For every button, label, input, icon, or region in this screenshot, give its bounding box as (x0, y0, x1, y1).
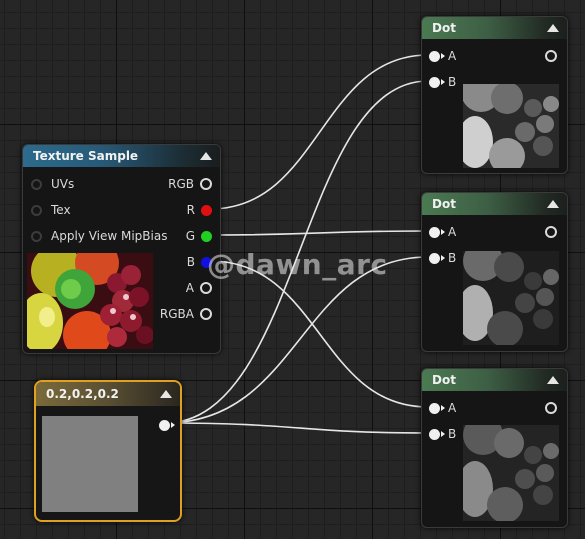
output-pin-rgb[interactable]: RGB (168, 175, 212, 193)
dot-preview-image (463, 84, 559, 168)
dot-input-a[interactable]: A (429, 399, 456, 417)
node-title: Texture Sample (33, 149, 139, 163)
pin-label: RGB (168, 177, 194, 191)
dot-node-3[interactable]: Dot A B (421, 368, 568, 528)
collapse-arrow-icon[interactable] (547, 24, 559, 32)
pin-label: A (448, 225, 457, 239)
empty-pin-icon[interactable] (31, 178, 42, 190)
pin-label: UVs (51, 177, 75, 191)
collapse-arrow-icon[interactable] (547, 200, 559, 208)
pin-label: A (185, 281, 194, 295)
input-pin-icon[interactable] (429, 402, 445, 414)
wire-b-to-dot3-a (209, 260, 429, 408)
input-pin-apply-view-mipbias[interactable]: Apply View MipBias (31, 227, 167, 245)
node-title: Dot (432, 21, 456, 35)
empty-pin-icon[interactable] (545, 226, 557, 238)
input-pin-uvs[interactable]: UVs (31, 175, 74, 193)
input-pin-icon[interactable] (429, 50, 445, 62)
dot-input-b[interactable]: B (429, 425, 456, 443)
empty-pin-icon[interactable] (200, 282, 212, 294)
dot-output[interactable] (545, 223, 557, 241)
input-pin-icon[interactable] (429, 428, 445, 440)
dot-preview-image (463, 425, 559, 521)
pin-label: G (185, 229, 195, 243)
input-pin-tex[interactable]: Tex (31, 201, 71, 219)
output-pin-rgba[interactable]: RGBA (160, 305, 212, 323)
empty-pin-icon[interactable] (31, 204, 42, 216)
pin-label: A (448, 49, 457, 63)
dot-input-b[interactable]: B (429, 73, 456, 91)
collapse-arrow-icon[interactable] (160, 390, 172, 398)
output-pin-r[interactable]: R (187, 201, 212, 219)
dot-input-a[interactable]: A (429, 223, 456, 241)
pin-label: RGBA (159, 307, 194, 321)
output-pin-g[interactable]: G (186, 227, 212, 245)
pin-label: Apply View MipBias (51, 229, 168, 243)
dot-node-1[interactable]: Dot A B (421, 16, 568, 174)
wire-r-to-dot1-a (209, 54, 429, 210)
dot-output[interactable] (545, 47, 557, 65)
output-pin-icon[interactable] (159, 419, 175, 431)
empty-pin-icon[interactable] (545, 50, 557, 62)
texture-sample-node[interactable]: Texture Sample UVs Tex Apply View MipBia… (22, 144, 221, 354)
dot-input-a[interactable]: A (429, 47, 456, 65)
constant3vector-node[interactable]: 0.2,0.2,0.2 (34, 380, 182, 522)
empty-pin-icon[interactable] (545, 402, 557, 414)
texture-preview-fruit (27, 253, 153, 349)
node-title: 0.2,0.2,0.2 (46, 387, 119, 401)
pin-label: B (448, 75, 457, 89)
constant-output-pin[interactable] (159, 416, 175, 434)
pin-label: B (448, 251, 457, 265)
node-title: Dot (432, 373, 456, 387)
dot-node-header[interactable]: Dot (422, 369, 567, 391)
pin-label: Tex (51, 203, 71, 217)
collapse-arrow-icon[interactable] (547, 376, 559, 384)
red-pin-icon[interactable] (201, 204, 212, 216)
input-pin-icon[interactable] (429, 252, 445, 264)
empty-pin-icon[interactable] (31, 230, 42, 242)
dot-preview-image (463, 251, 559, 345)
constant-header[interactable]: 0.2,0.2,0.2 (36, 382, 180, 406)
pin-label: R (186, 203, 195, 217)
dot-input-b[interactable]: B (429, 249, 456, 267)
pin-label: B (186, 255, 195, 269)
collapse-arrow-icon[interactable] (200, 152, 212, 160)
constant-color-swatch (42, 416, 138, 512)
dot-output[interactable] (545, 399, 557, 417)
dot-node-header[interactable]: Dot (422, 17, 567, 39)
watermark-text: @dawn_arc (207, 248, 388, 281)
wire-g-to-dot2-a (209, 230, 429, 236)
pin-label: B (448, 427, 457, 441)
dot-node-header[interactable]: Dot (422, 193, 567, 215)
input-pin-icon[interactable] (429, 226, 445, 238)
node-title: Dot (432, 197, 456, 211)
dot-node-2[interactable]: Dot A B (421, 192, 568, 352)
input-pin-icon[interactable] (429, 76, 445, 88)
texture-sample-header[interactable]: Texture Sample (23, 145, 220, 167)
green-pin-icon[interactable] (201, 230, 212, 242)
empty-pin-icon[interactable] (200, 178, 212, 190)
pin-label: A (448, 401, 457, 415)
output-pin-a[interactable]: A (186, 279, 212, 297)
empty-pin-icon[interactable] (200, 308, 212, 320)
wire-const-to-dot3-b (164, 422, 429, 434)
